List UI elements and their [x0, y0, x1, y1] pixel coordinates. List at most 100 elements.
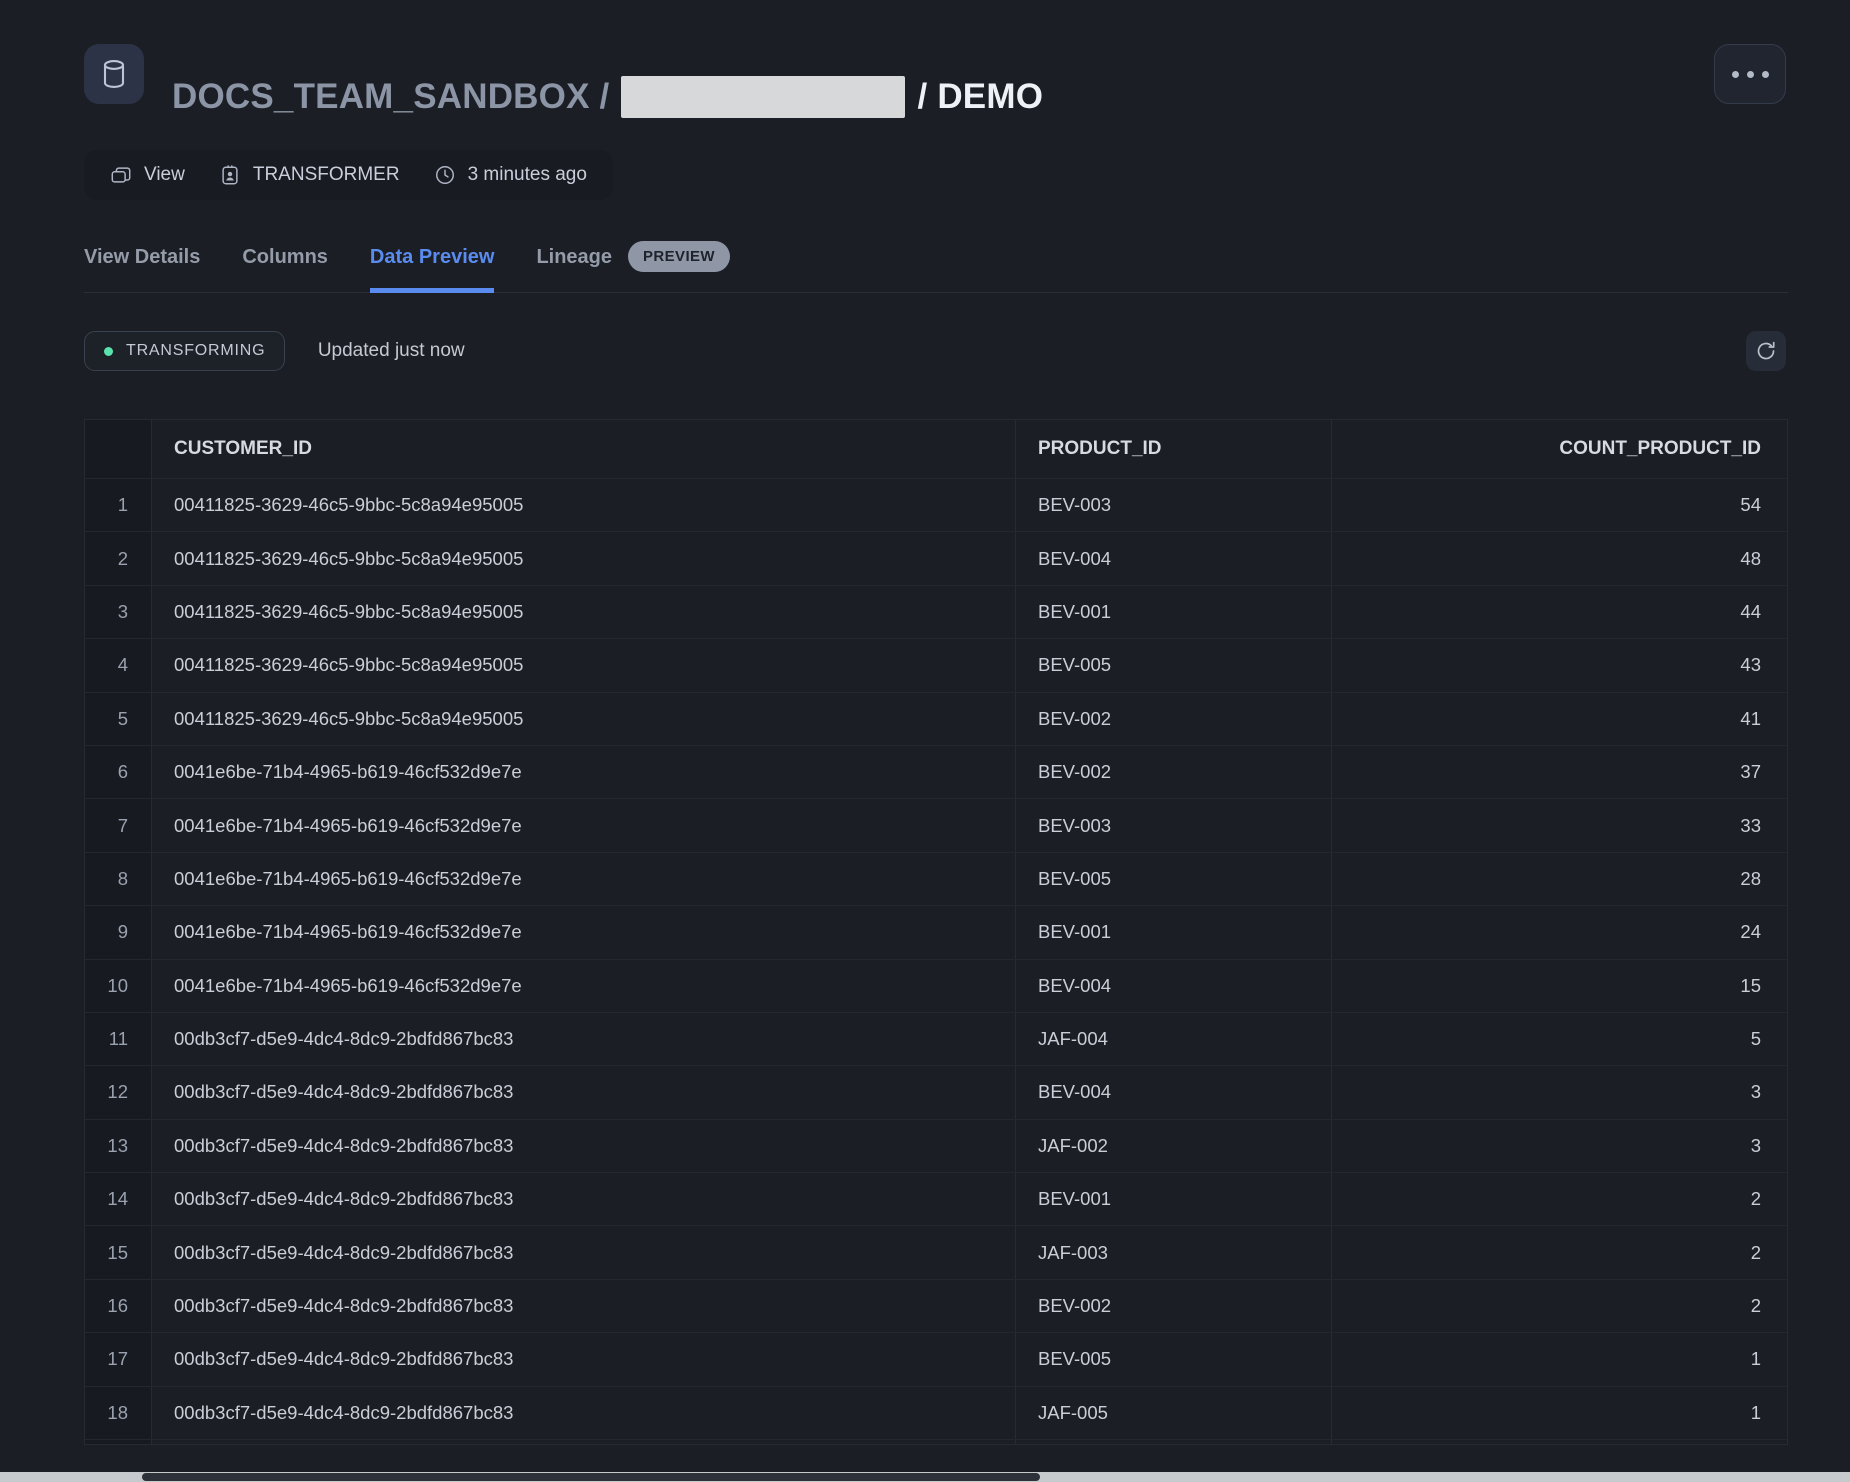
horizontal-scrollbar-track[interactable] — [0, 1472, 1850, 1482]
column-header-customer-id[interactable]: CUSTOMER_ID — [152, 420, 1016, 478]
object-updated: 3 minutes ago — [434, 164, 587, 186]
data-preview-table: CUSTOMER_ID PRODUCT_ID COUNT_PRODUCT_ID … — [84, 419, 1788, 1445]
table-row[interactable]: 18 00db3cf7-d5e9-4dc4-8dc9-2bdfd867bc83 … — [85, 1386, 1787, 1439]
row-number: 16 — [85, 1280, 152, 1332]
cell-count-product-id: 37 — [1332, 746, 1787, 798]
row-number: 8 — [85, 853, 152, 905]
tab-columns[interactable]: Columns — [242, 246, 328, 292]
table-row[interactable]: 16 00db3cf7-d5e9-4dc4-8dc9-2bdfd867bc83 … — [85, 1279, 1787, 1332]
object-type: View — [110, 164, 185, 186]
cell-product-id: BEV-001 — [1016, 586, 1332, 638]
status-badge: TRANSFORMING — [84, 331, 285, 371]
cell-customer-id: 0041e6be-71b4-4965-b619-46cf532d9e7e — [152, 853, 1016, 905]
refresh-icon — [1754, 339, 1778, 363]
cell-product-id: BEV-005 — [1016, 853, 1332, 905]
cell-customer-id: 0041e6be-71b4-4965-b619-46cf532d9e7e — [152, 906, 1016, 958]
cell-customer-id: 00db3cf7-d5e9-4dc4-8dc9-2bdfd867bc83 — [152, 1333, 1016, 1385]
cell-count-product-id: 5 — [1332, 1013, 1787, 1065]
table-row[interactable]: 2 00411825-3629-46c5-9bbc-5c8a94e95005 B… — [85, 531, 1787, 584]
tab-label: Lineage — [536, 246, 612, 269]
table-row[interactable]: 17 00db3cf7-d5e9-4dc4-8dc9-2bdfd867bc83 … — [85, 1332, 1787, 1385]
table-row[interactable]: 14 00db3cf7-d5e9-4dc4-8dc9-2bdfd867bc83 … — [85, 1172, 1787, 1225]
cell-product-id: BEV-002 — [1016, 693, 1332, 745]
tab-view-details[interactable]: View Details — [84, 246, 200, 292]
tab-label: Columns — [242, 246, 328, 269]
row-number: 17 — [85, 1333, 152, 1385]
table-row[interactable]: 9 0041e6be-71b4-4965-b619-46cf532d9e7e B… — [85, 905, 1787, 958]
cell-product-id: BEV-001 — [1016, 1173, 1332, 1225]
page-title: DOCS_TEAM_SANDBOX / / DEMO — [172, 67, 1043, 127]
updated-text: Updated just now — [318, 331, 465, 371]
column-header-product-id[interactable]: PRODUCT_ID — [1016, 420, 1332, 478]
tab-data-preview[interactable]: Data Preview — [370, 246, 495, 292]
row-number: 1 — [85, 479, 152, 531]
table-row[interactable]: 13 00db3cf7-d5e9-4dc4-8dc9-2bdfd867bc83 … — [85, 1119, 1787, 1172]
redacted-schema-name — [621, 76, 905, 118]
table-row[interactable]: 1 00411825-3629-46c5-9bbc-5c8a94e95005 B… — [85, 478, 1787, 531]
ellipsis-icon — [1732, 71, 1739, 78]
cell-customer-id: 00411825-3629-46c5-9bbc-5c8a94e95005 — [152, 479, 1016, 531]
table-row[interactable]: 12 00db3cf7-d5e9-4dc4-8dc9-2bdfd867bc83 … — [85, 1065, 1787, 1118]
cell-product-id: BEV-004 — [1016, 960, 1332, 1012]
cell-count-product-id: 44 — [1332, 586, 1787, 638]
cell-count-product-id: 15 — [1332, 960, 1787, 1012]
cell-product-id: BEV-002 — [1016, 746, 1332, 798]
tabs: View Details Columns Data Preview Lineag… — [84, 246, 1788, 293]
more-actions-button[interactable] — [1714, 44, 1786, 104]
cell-count-product-id: 3 — [1332, 1120, 1787, 1172]
row-number: 15 — [85, 1226, 152, 1278]
table-body: 1 00411825-3629-46c5-9bbc-5c8a94e95005 B… — [85, 478, 1787, 1445]
cell-count-product-id: 2 — [1332, 1226, 1787, 1278]
row-number: 14 — [85, 1173, 152, 1225]
cell-customer-id: 00db3cf7-d5e9-4dc4-8dc9-2bdfd867bc83 — [152, 1226, 1016, 1278]
breadcrumb: DOCS_TEAM_SANDBOX / — [172, 77, 609, 117]
cell-customer-id: 00db3cf7-d5e9-4dc4-8dc9-2bdfd867bc83 — [152, 1387, 1016, 1439]
table-row[interactable]: 3 00411825-3629-46c5-9bbc-5c8a94e95005 B… — [85, 585, 1787, 638]
cell-count-product-id: 1 — [1332, 1387, 1787, 1439]
cell-product-id: JAF-002 — [1016, 1120, 1332, 1172]
refresh-button[interactable] — [1746, 331, 1786, 371]
cell-customer-id: 00db3cf7-d5e9-4dc4-8dc9-2bdfd867bc83 — [152, 1440, 1016, 1445]
object-meta-bar: View TRANSFORMER 3 minutes ago — [84, 150, 613, 200]
cell-product-id: BEV-001 — [1016, 906, 1332, 958]
cell-count-product-id: 3 — [1332, 1066, 1787, 1118]
tab-lineage[interactable]: Lineage PREVIEW — [536, 246, 730, 292]
clock-icon — [434, 164, 456, 186]
table-row[interactable]: 7 0041e6be-71b4-4965-b619-46cf532d9e7e B… — [85, 798, 1787, 851]
cell-customer-id: 00db3cf7-d5e9-4dc4-8dc9-2bdfd867bc83 — [152, 1280, 1016, 1332]
status-dot-icon — [104, 347, 113, 356]
table-row[interactable]: 15 00db3cf7-d5e9-4dc4-8dc9-2bdfd867bc83 … — [85, 1225, 1787, 1278]
cell-product-id: BEV-003 — [1016, 799, 1332, 851]
column-header-count-product-id[interactable]: COUNT_PRODUCT_ID — [1332, 420, 1787, 478]
cell-count-product-id: 2 — [1332, 1173, 1787, 1225]
row-number: 6 — [85, 746, 152, 798]
database-icon — [84, 44, 144, 104]
cell-customer-id: 00411825-3629-46c5-9bbc-5c8a94e95005 — [152, 532, 1016, 584]
row-number: 7 — [85, 799, 152, 851]
row-number: 19 — [85, 1440, 152, 1445]
table-row[interactable]: 4 00411825-3629-46c5-9bbc-5c8a94e95005 B… — [85, 638, 1787, 691]
row-number: 10 — [85, 960, 152, 1012]
tab-label: View Details — [84, 246, 200, 269]
cell-count-product-id: 41 — [1332, 693, 1787, 745]
data-catalog-page: DOCS_TEAM_SANDBOX / / DEMO View — [0, 0, 1850, 1482]
cell-count-product-id: 43 — [1332, 639, 1787, 691]
cell-customer-id: 00411825-3629-46c5-9bbc-5c8a94e95005 — [152, 693, 1016, 745]
table-row[interactable]: 19 00db3cf7-d5e9-4dc4-8dc9-2bdfd867bc83 … — [85, 1439, 1787, 1445]
cell-count-product-id: 54 — [1332, 479, 1787, 531]
cell-count-product-id: 2 — [1332, 1280, 1787, 1332]
table-row[interactable]: 6 0041e6be-71b4-4965-b619-46cf532d9e7e B… — [85, 745, 1787, 798]
table-row[interactable]: 10 0041e6be-71b4-4965-b619-46cf532d9e7e … — [85, 959, 1787, 1012]
horizontal-scrollbar-thumb[interactable] — [142, 1473, 1040, 1481]
table-header-row: CUSTOMER_ID PRODUCT_ID COUNT_PRODUCT_ID — [85, 420, 1787, 478]
status-row: TRANSFORMING Updated just now — [84, 331, 1788, 371]
table-row[interactable]: 11 00db3cf7-d5e9-4dc4-8dc9-2bdfd867bc83 … — [85, 1012, 1787, 1065]
row-number: 4 — [85, 639, 152, 691]
object-role-label: TRANSFORMER — [253, 164, 400, 186]
row-number: 5 — [85, 693, 152, 745]
table-row[interactable]: 5 00411825-3629-46c5-9bbc-5c8a94e95005 B… — [85, 692, 1787, 745]
cell-customer-id: 00db3cf7-d5e9-4dc4-8dc9-2bdfd867bc83 — [152, 1173, 1016, 1225]
table-row[interactable]: 8 0041e6be-71b4-4965-b619-46cf532d9e7e B… — [85, 852, 1787, 905]
tab-label: Data Preview — [370, 246, 495, 269]
cell-customer-id: 00411825-3629-46c5-9bbc-5c8a94e95005 — [152, 639, 1016, 691]
